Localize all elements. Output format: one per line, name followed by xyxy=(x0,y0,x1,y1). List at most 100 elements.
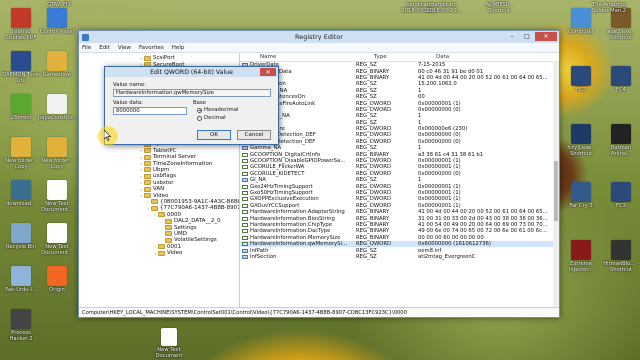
menu-file[interactable]: File xyxy=(82,45,91,51)
value-row[interactable]: GXOPPExclusiveExecution REG_DWORD 0x000000… xyxy=(240,196,559,202)
value-row[interactable]: ab InfPath REG_SZ oem8.inf xyxy=(240,247,559,254)
value-row[interactable]: HardwareInformation.ChipType REG_BINARY 41… xyxy=(240,222,559,228)
value-row[interactable]: ab InfSection REG_SZ ati2mtag_EvergreenC xyxy=(240,254,559,260)
desktop-icon-top[interactable]: GTAV_FIX xyxy=(40,2,78,8)
value-row[interactable]: HardwareInformation.DacType REG_BINARY 49 … xyxy=(240,228,559,234)
value-row[interactable]: ab GI_NA REG_SZ 1 xyxy=(240,177,559,183)
value-row[interactable]: ab Gamma_NA REG_SZ 1 xyxy=(240,145,559,151)
expand-chevron-icon[interactable]: › xyxy=(139,56,143,61)
value-row[interactable]: abEnableUlps_NAREG_SZ1 xyxy=(240,113,559,119)
expand-chevron-icon[interactable]: › xyxy=(139,187,143,192)
value-row[interactable]: EnableUlpsREG_DWORD0x00000000 (0) xyxy=(240,107,559,113)
desktop-icon[interactable]: FC3 xyxy=(562,66,600,93)
value-row[interactable]: abDVA_WMV_NAREG_SZ1 xyxy=(240,88,559,94)
expand-chevron-icon[interactable]: › xyxy=(153,212,157,217)
desktop-icon[interactable]: New Text Document... xyxy=(38,180,76,213)
desktop-icon[interactable]: µTorrent xyxy=(2,94,40,121)
value-row[interactable]: Gxo50HzTimingSupport REG_DWORD 0x00000001 … xyxy=(240,190,559,196)
desktop-icon[interactable]: HitmanBlo... - Shortcut xyxy=(602,240,640,273)
desktop-icon-new-text-document[interactable]: New Text Document xyxy=(150,328,188,359)
value-row[interactable]: Force_TV_Detection_DEF REG_DWORD 0x0000000… xyxy=(240,139,559,145)
desktop-icon-top[interactable]: The Amazing Spider-Man 2 xyxy=(590,2,628,14)
values-list[interactable]: Name Type Data abDriverDateREG_SZ7-15-20… xyxy=(240,53,559,308)
expand-chevron-icon[interactable]: › xyxy=(139,155,143,160)
value-row[interactable]: GCOOPTION_DisableGPIOPowerSa... REG_DWORD… xyxy=(240,158,559,164)
desktop-icon-top[interactable]: AC4BFSP - Shortcut xyxy=(480,2,518,14)
desktop-icon[interactable]: download... xyxy=(2,180,40,207)
value-row[interactable]: GCOOPTION_DigitalCrtInfo REG_BINARY a3 38 … xyxy=(240,151,559,158)
desktop-icon[interactable]: DAEMON Tools Lite xyxy=(2,51,40,84)
desktop-icon[interactable]: FC4 xyxy=(602,66,640,93)
value-row[interactable]: Force_CV_Detection_DEF REG_DWORD 0x0000000… xyxy=(240,132,559,138)
title-bar[interactable]: Registry Editor – □ ✕ xyxy=(79,31,559,43)
desktop-icon[interactable]: Pak-Urdu-I... xyxy=(2,266,40,293)
close-button[interactable]: ✕ xyxy=(535,32,557,41)
value-row[interactable]: abFBC_NAREG_SZ1 xyxy=(240,120,559,126)
value-data-field[interactable]: 8000000 xyxy=(113,107,187,115)
value-row[interactable]: EnableCrossFireAutoLink REG_DWORD 0x000000… xyxy=(240,100,559,107)
value-row[interactable]: HardwareInformation.AdapterString REG_BIN… xyxy=(240,209,559,215)
desktop-icon[interactable]: Batman Arkha... xyxy=(602,124,640,157)
expand-chevron-icon[interactable]: › xyxy=(139,174,143,179)
menu-help[interactable]: Help xyxy=(172,45,185,51)
desktop-icon-top[interactable]: bandicam 2018-03-20... xyxy=(425,2,463,14)
value-name: GCOOPTION_DigitalCrtInfo xyxy=(250,151,321,158)
desktop-icon[interactable]: Extreme Injector... xyxy=(562,240,600,273)
menu-view[interactable]: View xyxy=(118,45,131,51)
value-row[interactable]: HardwareInformation.qwMemorySi... REG_QWO… xyxy=(240,240,559,248)
menu-edit[interactable]: Edit xyxy=(99,45,110,51)
value-row[interactable]: GCORULE_KIDETECT REG_DWORD 0x00000000 (0) xyxy=(240,171,559,177)
desktop-icon[interactable]: New folder - Copy xyxy=(38,137,76,170)
value-row[interactable]: HardwareInformation.MemorySize REG_BINARY… xyxy=(240,235,559,241)
scrollbar-thumb[interactable] xyxy=(554,161,558,221)
desktop-icon[interactable]: New folder - Copy xyxy=(2,137,40,170)
value-row[interactable]: GCORULE_FlickerWA REG_DWORD 0x00000001 (1) xyxy=(240,164,559,170)
expand-chevron-icon[interactable]: › xyxy=(146,206,150,211)
desktop-icon[interactable]: FC3 xyxy=(602,182,640,209)
ok-button[interactable]: OK xyxy=(197,130,231,140)
value-name-field[interactable]: HardwareInformation.qwMemorySize xyxy=(113,89,271,97)
desktop-icon[interactable]: Process Hacker 2 xyxy=(2,309,40,342)
cancel-button[interactable]: Cancel xyxy=(237,130,271,140)
desktop-icon[interactable]: Origin xyxy=(38,266,76,293)
column-name[interactable]: Name xyxy=(240,54,374,60)
expand-chevron-icon[interactable]: › xyxy=(146,199,150,204)
expand-chevron-icon[interactable]: › xyxy=(139,167,143,172)
expand-chevron-icon[interactable]: › xyxy=(153,244,157,249)
desktop-icon[interactable]: Control Panel xyxy=(38,8,76,35)
expand-chevron-icon[interactable]: › xyxy=(139,148,143,153)
radio-decimal[interactable]: Decimal xyxy=(197,115,226,121)
tree-item[interactable]: › Video xyxy=(153,250,182,256)
value-data: 0x00000001 (1) xyxy=(418,164,461,171)
column-type[interactable]: Type xyxy=(374,54,436,60)
value-row[interactable]: HardwareInformation.BiosString REG_BINARY… xyxy=(240,215,559,222)
expand-chevron-icon[interactable]: › xyxy=(139,193,143,198)
value-row[interactable]: Gxo24HzTimingSupport REG_DWORD 0x00000001 … xyxy=(240,183,559,190)
tree-item-label: TabletPC xyxy=(153,147,177,154)
value-row[interactable]: DriverDateDataREG_BINARY00 c0 46 31 91 b… xyxy=(240,68,559,75)
value-row[interactable]: abDriverVersionREG_SZ15.200.1062.0 xyxy=(240,81,559,87)
dialog-close-button[interactable]: ✕ xyxy=(260,68,276,76)
desktop-icon[interactable]: fcry3.exe - Shortcut xyxy=(562,124,600,157)
expand-chevron-icon[interactable]: › xyxy=(139,161,143,166)
value-row[interactable]: abDXVAPersistencesOnREG_SZ00 xyxy=(240,94,559,100)
expand-chevron-icon[interactable]: › xyxy=(139,180,143,185)
maximize-button[interactable]: □ xyxy=(520,32,534,41)
value-row[interactable]: FeatureScoreREG_DWORD0x000000e6 (230) xyxy=(240,126,559,132)
desktop-icon[interactable]: Far Cry 3 xyxy=(562,182,600,209)
radio-hexadecimal[interactable]: Hexadecimal xyxy=(197,107,238,113)
value-row[interactable]: DriverDescREG_BINARY41 00 4d 00 44 00 20… xyxy=(240,75,559,81)
menu-favorites[interactable]: Favorites xyxy=(139,45,164,51)
vertical-scrollbar[interactable] xyxy=(553,61,559,308)
value-row[interactable]: abDriverDateREG_SZ7-15-2015 xyxy=(240,62,559,68)
dialog-title-bar[interactable]: Edit QWORD (64-bit) Value ✕ xyxy=(105,67,278,77)
minimize-button[interactable]: – xyxy=(505,32,519,41)
value-row[interactable]: GXOuvYCCSupport REG_DWORD 0x00000001 (1) xyxy=(240,203,559,209)
column-data[interactable]: Data xyxy=(436,54,559,60)
desktop-icon[interactable]: Islamic Studies.PDF xyxy=(2,8,40,41)
desktop-icon[interactable]: New Text Document... xyxy=(38,223,76,256)
desktop-icon[interactable]: Gameshow xyxy=(38,51,76,78)
desktop-icon[interactable]: Recycle Bin xyxy=(2,223,40,250)
expand-chevron-icon[interactable]: › xyxy=(153,251,157,256)
desktop-icon[interactable]: papaCoustics... xyxy=(38,94,78,121)
